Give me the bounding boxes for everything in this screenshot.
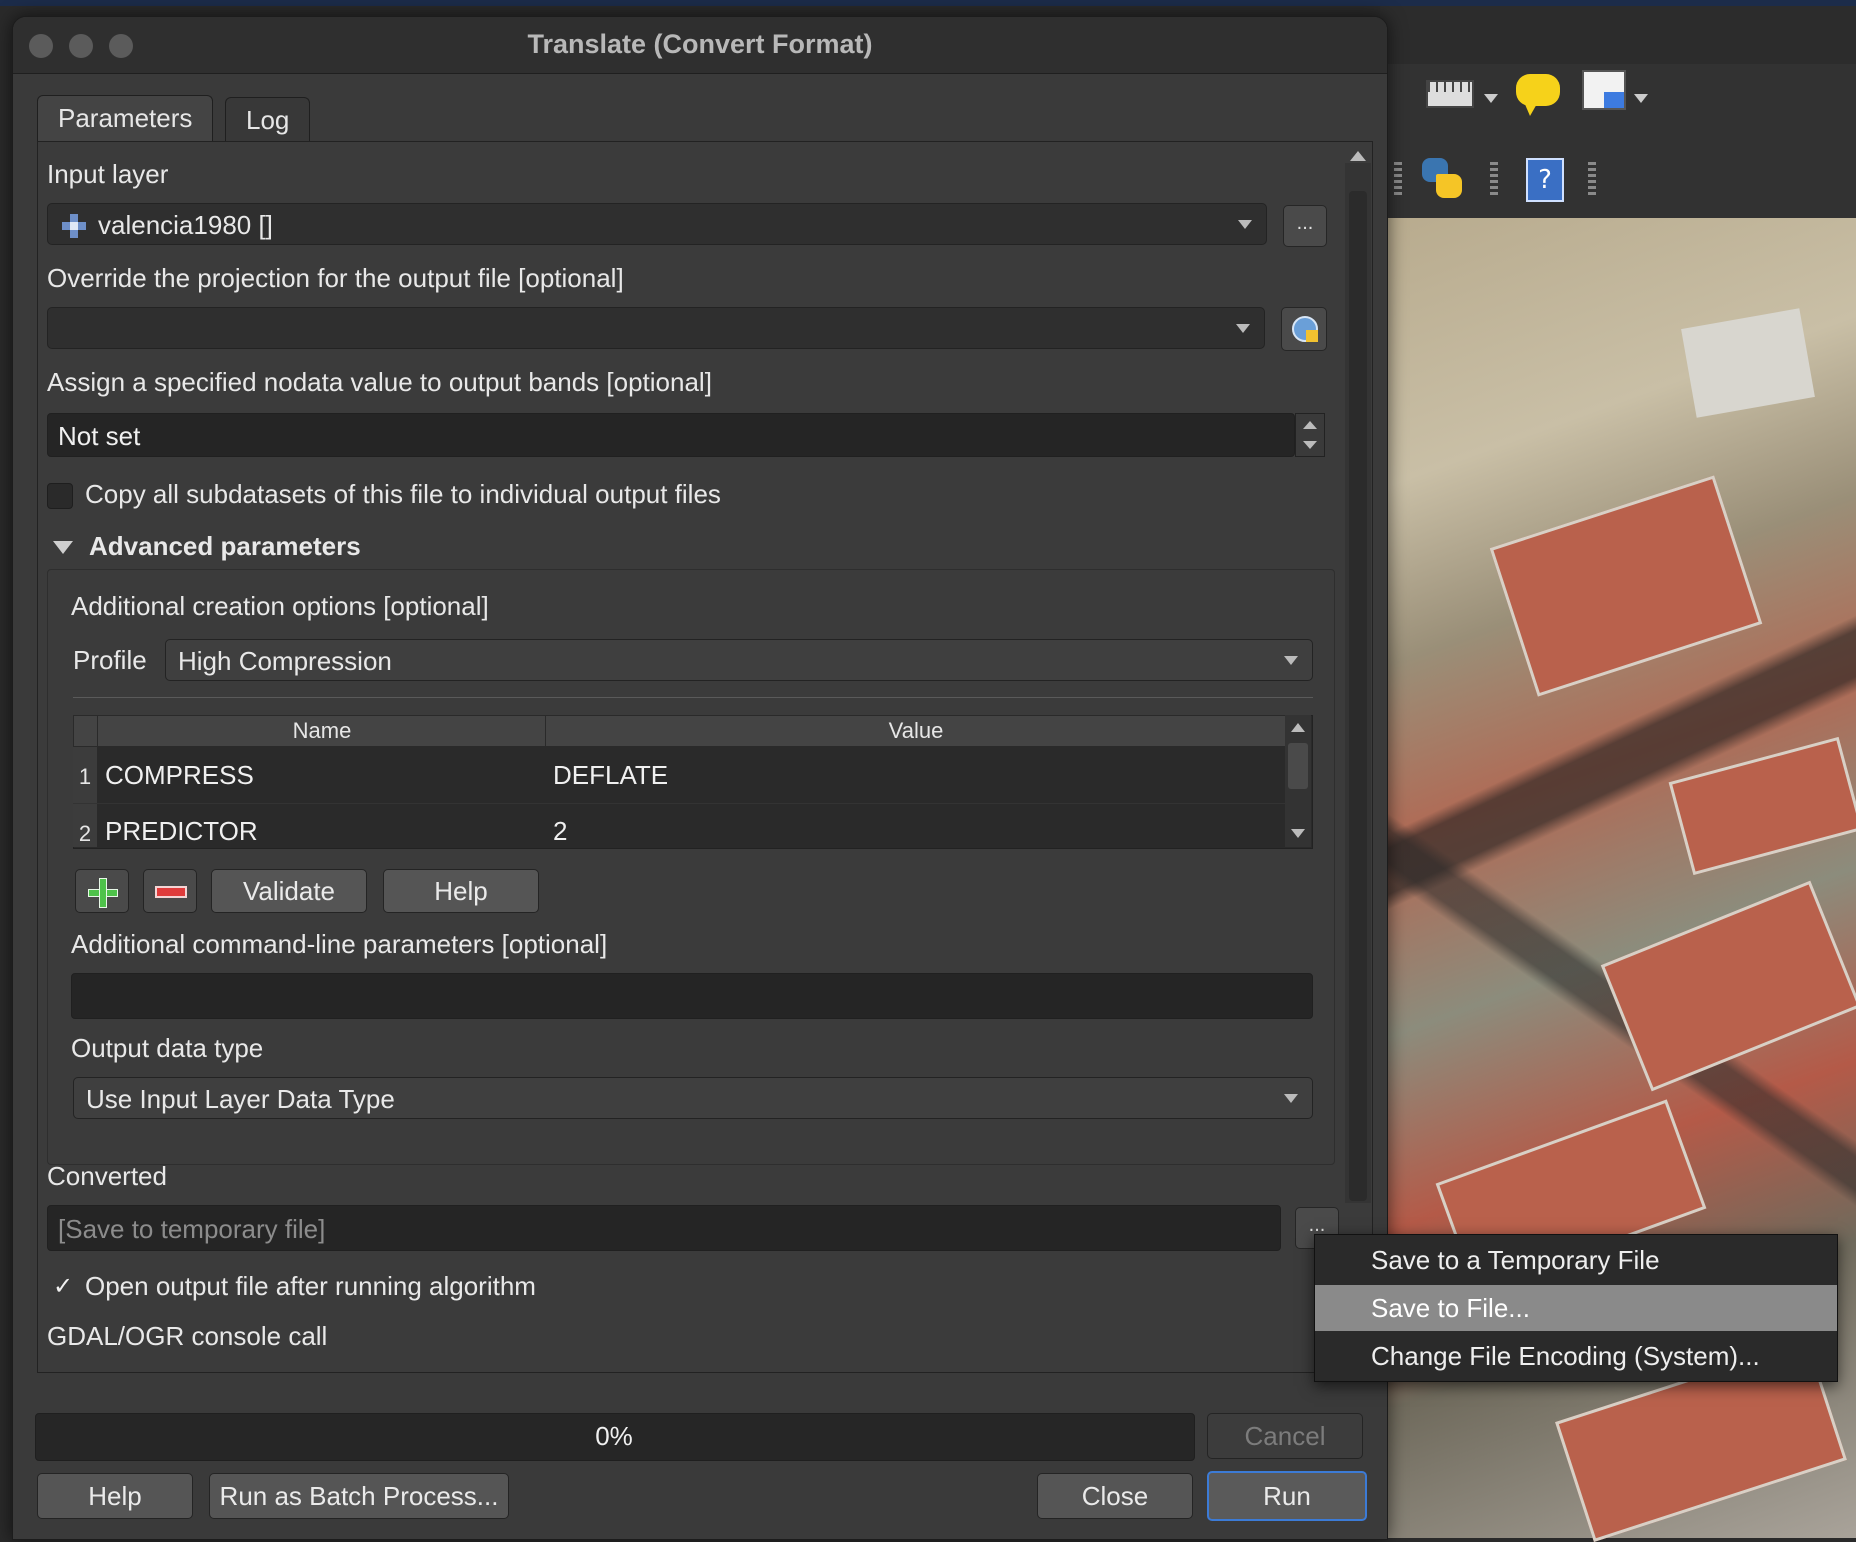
- map-tips-icon[interactable]: [1516, 74, 1560, 106]
- profile-divider: [73, 697, 1313, 698]
- run-button[interactable]: Run: [1207, 1471, 1367, 1521]
- annotation-arrow: [1604, 92, 1624, 108]
- spin-down-icon[interactable]: [1303, 441, 1317, 449]
- menu-item-change-encoding[interactable]: Change File Encoding (System)...: [1315, 1333, 1837, 1379]
- cancel-button[interactable]: Cancel: [1207, 1413, 1363, 1459]
- creation-options-label: Additional creation options [optional]: [71, 591, 489, 621]
- toolbar-grip: [1394, 162, 1402, 196]
- column-header-value[interactable]: Value: [545, 715, 1287, 747]
- raster-layer-icon: [62, 214, 86, 238]
- converted-label: Converted: [47, 1161, 167, 1191]
- tab-parameters[interactable]: Parameters: [37, 95, 214, 143]
- input-layer-label: Input layer: [47, 159, 169, 189]
- chevron-down-icon[interactable]: [1484, 94, 1498, 103]
- run-batch-button[interactable]: Run as Batch Process...: [209, 1473, 509, 1519]
- toolbar-row-2: ?: [1380, 140, 1856, 218]
- column-header-name[interactable]: Name: [97, 715, 547, 747]
- output-options-menu: Save to a Temporary File Save to File...…: [1314, 1234, 1838, 1382]
- map-building: [1668, 736, 1856, 876]
- chevron-down-icon: [1284, 656, 1298, 665]
- help-icon[interactable]: ?: [1526, 158, 1564, 202]
- help-button[interactable]: Help: [37, 1473, 193, 1519]
- add-row-icon-vertical: [99, 878, 107, 908]
- scrollbar-thumb[interactable]: [1349, 191, 1367, 1201]
- gdal-console-label: GDAL/OGR console call: [47, 1321, 328, 1351]
- scroll-up-icon[interactable]: [1291, 723, 1305, 732]
- table-row[interactable]: [73, 747, 1285, 804]
- profile-value: High Compression: [178, 646, 392, 676]
- remove-row-icon: [155, 886, 187, 898]
- input-layer-combo[interactable]: valencia1980 []: [47, 203, 1267, 245]
- profile-label: Profile: [73, 645, 147, 675]
- datatype-combo[interactable]: Use Input Layer Data Type: [73, 1077, 1313, 1119]
- projection-label: Override the projection for the output f…: [47, 263, 624, 293]
- spin-up-icon[interactable]: [1303, 421, 1317, 429]
- advanced-parameters-header[interactable]: Advanced parameters: [89, 531, 361, 562]
- add-row-button[interactable]: [75, 869, 129, 913]
- copy-subdatasets-checkbox[interactable]: [47, 483, 73, 509]
- input-layer-value: valencia1980 []: [98, 210, 273, 240]
- remove-row-button[interactable]: [143, 869, 197, 913]
- row-name-cell[interactable]: PREDICTOR: [105, 804, 258, 847]
- menu-item-save-to-file[interactable]: Save to File...: [1315, 1285, 1837, 1331]
- open-output-label: Open output file after running algorithm: [85, 1271, 536, 1301]
- cmdline-input[interactable]: [71, 973, 1313, 1019]
- nodata-spinbox[interactable]: Not set: [47, 413, 1295, 457]
- scroll-down-icon[interactable]: [1291, 829, 1305, 838]
- progress-text: 0%: [595, 1421, 633, 1451]
- row-value-cell[interactable]: 2: [553, 804, 567, 847]
- cmdline-label: Additional command-line parameters [opti…: [71, 929, 608, 959]
- row-index: 2: [73, 804, 97, 847]
- toolbar-grip: [1588, 162, 1596, 196]
- open-output-checkbox[interactable]: ✓: [49, 1273, 77, 1301]
- toolbar-row-1: [1380, 64, 1856, 141]
- tab-log[interactable]: Log: [225, 97, 311, 142]
- map-building: [1600, 880, 1856, 1092]
- window-title: Translate (Convert Format): [527, 29, 873, 59]
- row-name-cell[interactable]: COMPRESS: [105, 747, 254, 803]
- translate-dialog: Translate (Convert Format) Parameters Lo…: [12, 16, 1388, 1540]
- table-scroll-thumb[interactable]: [1288, 743, 1308, 789]
- creation-help-button[interactable]: Help: [383, 869, 539, 913]
- table-scrollbar[interactable]: [1285, 715, 1311, 847]
- copy-subdatasets-label: Copy all subdatasets of this file to ind…: [85, 479, 721, 509]
- chevron-down-icon: [1238, 220, 1252, 229]
- chevron-down-icon[interactable]: [1634, 94, 1648, 103]
- validate-button[interactable]: Validate: [211, 869, 367, 913]
- crs-pencil-icon: [1306, 330, 1318, 342]
- nodata-label: Assign a specified nodata value to outpu…: [47, 367, 712, 397]
- datatype-value: Use Input Layer Data Type: [86, 1084, 395, 1114]
- python-console-icon[interactable]: [1420, 156, 1464, 200]
- measure-icon[interactable]: [1426, 80, 1474, 108]
- scroll-up-icon[interactable]: [1350, 151, 1366, 161]
- crs-select-button[interactable]: [1281, 307, 1327, 351]
- input-layer-browse-button[interactable]: ...: [1283, 205, 1327, 247]
- row-index: 1: [73, 747, 97, 803]
- chevron-down-icon: [1284, 1094, 1298, 1103]
- nodata-spinner[interactable]: [1295, 413, 1325, 457]
- table-corner: [73, 715, 99, 747]
- map-tips-icon-tail: [1524, 102, 1538, 116]
- collapse-triangle-icon[interactable]: [53, 541, 73, 554]
- menu-item-save-temporary[interactable]: Save to a Temporary File: [1315, 1237, 1837, 1283]
- title-bar[interactable]: Translate (Convert Format): [13, 17, 1387, 74]
- toolbar-grip: [1490, 162, 1498, 196]
- converted-output-input[interactable]: [Save to temporary file]: [47, 1205, 1281, 1251]
- datatype-label: Output data type: [71, 1033, 264, 1063]
- projection-combo[interactable]: [47, 307, 1265, 349]
- profile-combo[interactable]: High Compression: [165, 639, 1313, 681]
- map-building: [1489, 475, 1763, 697]
- close-button[interactable]: Close: [1037, 1473, 1193, 1519]
- chevron-down-icon: [1236, 324, 1250, 333]
- row-value-cell[interactable]: DEFLATE: [553, 747, 668, 803]
- map-open-lot: [1681, 308, 1815, 418]
